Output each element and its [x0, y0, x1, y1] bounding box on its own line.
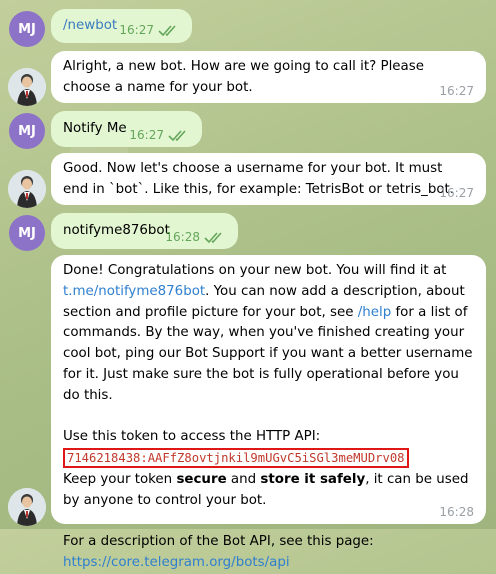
message-body: Done! Congratulations on your new bot. Y…	[63, 261, 473, 574]
user-avatar[interactable]: MJ	[9, 11, 45, 47]
message-time: 16:28	[439, 505, 474, 519]
read-checkmarks-icon	[168, 130, 186, 142]
message-text: notifyme876bot	[63, 223, 170, 238]
message-time: 16:27	[129, 128, 164, 142]
botfather-icon	[8, 170, 46, 208]
api-line: https://core.telegram.org/bots/api	[63, 553, 473, 574]
botfather-icon	[8, 68, 46, 106]
token-line: 7146218438:AAFfZ8ovtjnkil9mUGvC5iSGl3meM…	[63, 448, 473, 470]
message-text: Good. Now let's choose a username for yo…	[63, 161, 455, 197]
user-avatar[interactable]: MJ	[9, 215, 45, 251]
token-warning: Keep your token secure and store it safe…	[63, 471, 469, 508]
message-bubble-incoming[interactable]: Done! Congratulations on your new bot. Y…	[51, 255, 486, 570]
message-bubble-incoming[interactable]: Good. Now let's choose a username for yo…	[51, 153, 486, 205]
message-bubble-incoming[interactable]: Alright, a new bot. How are we going to …	[51, 51, 486, 103]
api-token[interactable]: 7146218438:AAFfZ8ovtjnkil9mUGvC5iSGl3meM…	[63, 448, 409, 469]
message-time: 16:27	[439, 84, 474, 98]
message-time: 16:27	[439, 186, 474, 200]
read-checkmarks-icon	[204, 232, 222, 244]
botfather-icon	[8, 488, 46, 526]
message-time: 16:27	[119, 23, 154, 37]
message-bubble-outgoing[interactable]: Notify Me 16:27	[51, 111, 202, 147]
message-text: Alright, a new bot. How are we going to …	[63, 59, 424, 95]
message-time: 16:28	[165, 230, 200, 244]
read-checkmarks-icon	[158, 25, 176, 37]
message-text: Notify Me	[63, 121, 127, 136]
message-bubble-outgoing[interactable]: /newbot 16:27	[51, 9, 192, 43]
user-avatar[interactable]: MJ	[9, 113, 45, 149]
bot-avatar[interactable]	[8, 68, 46, 106]
message-paragraph: Done! Congratulations on your new bot. Y…	[63, 263, 473, 403]
message-bubble-outgoing[interactable]: notifyme876bot 16:28	[51, 213, 238, 249]
api-docs-link[interactable]: https://core.telegram.org/bots/api	[63, 555, 290, 570]
bot-avatar[interactable]	[8, 488, 46, 526]
api-intro: For a description of the Bot API, see th…	[63, 534, 374, 550]
help-command-link[interactable]: /help	[358, 305, 391, 320]
token-intro: Use this token to access the HTTP API:	[63, 429, 321, 445]
bot-link[interactable]: t.me/notifyme876bot	[63, 284, 205, 299]
bot-avatar[interactable]	[8, 170, 46, 208]
message-text: /newbot	[63, 18, 118, 33]
